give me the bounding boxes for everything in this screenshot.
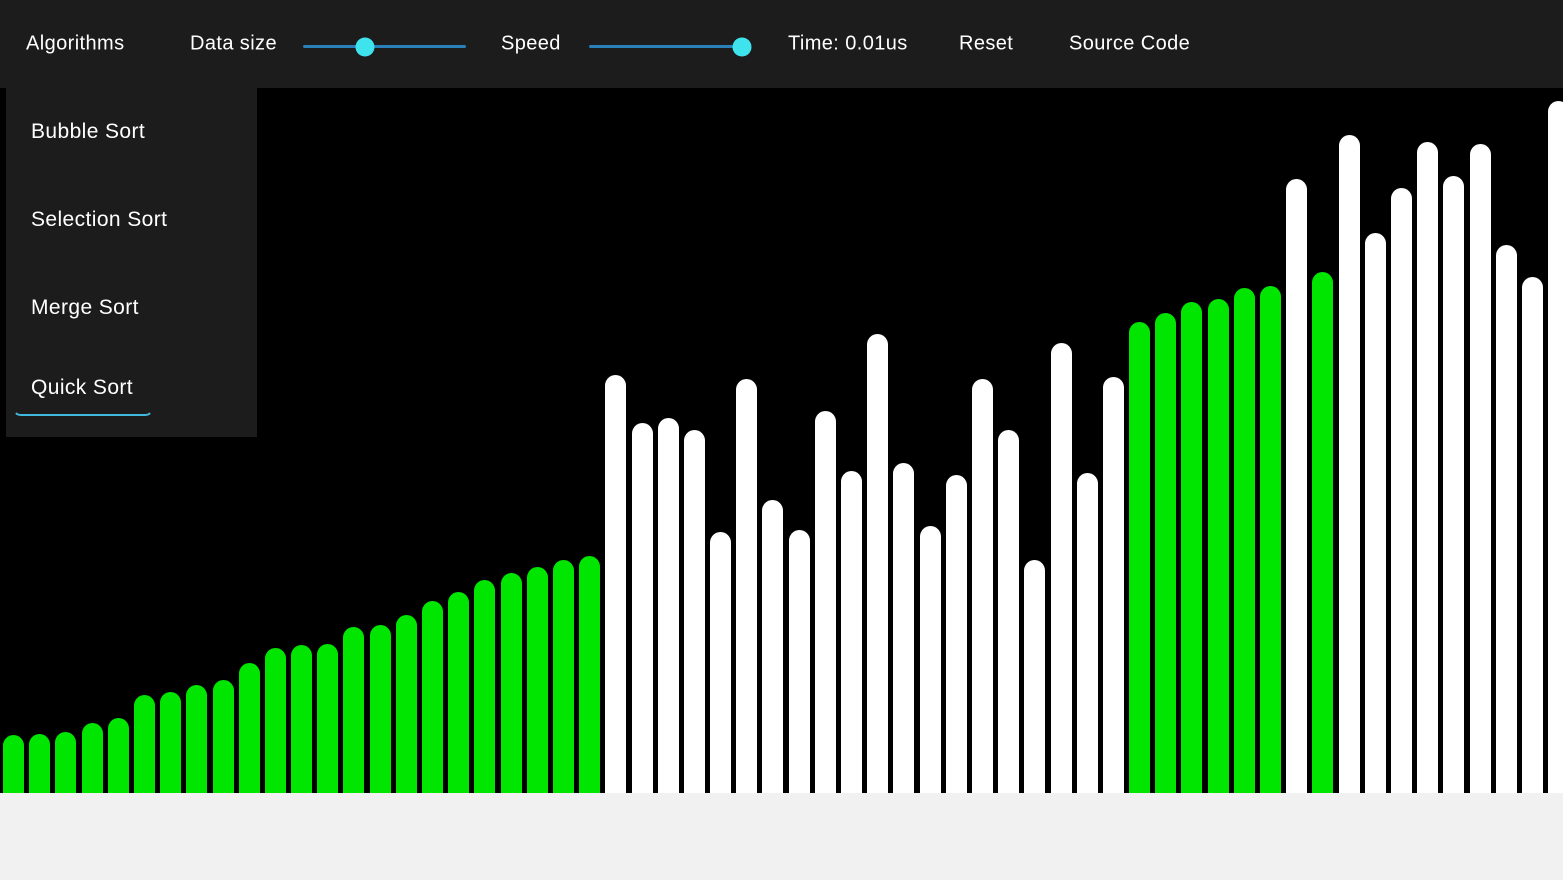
sort-bar xyxy=(134,695,155,793)
menu-item-label: Selection Sort xyxy=(31,208,257,232)
sort-bar xyxy=(186,685,207,793)
menu-item-label: Bubble Sort xyxy=(31,120,257,144)
sort-bar xyxy=(1522,277,1543,793)
sort-bar xyxy=(265,648,286,793)
algorithms-dropdown-menu: Bubble Sort Selection Sort Merge Sort Qu… xyxy=(6,88,257,437)
sort-bar xyxy=(370,625,391,793)
sort-bar xyxy=(1077,473,1098,793)
sort-bar xyxy=(579,556,600,793)
sort-bar xyxy=(1470,144,1491,793)
menu-item-quick-sort[interactable]: Quick Sort xyxy=(6,352,257,440)
sort-bar xyxy=(998,430,1019,793)
sort-bar xyxy=(55,732,76,793)
sort-bar xyxy=(3,735,24,793)
sort-bar xyxy=(789,530,810,793)
sort-bar xyxy=(1443,176,1464,793)
speed-slider-thumb[interactable] xyxy=(733,37,752,56)
sort-bar xyxy=(291,645,312,793)
sort-bar xyxy=(448,592,469,793)
sort-bar xyxy=(160,692,181,793)
sort-bar xyxy=(1548,101,1563,793)
time-display: Time: 0.01us xyxy=(788,33,908,56)
sort-bar xyxy=(815,411,836,793)
sort-bar xyxy=(1417,142,1438,793)
sort-bar xyxy=(762,500,783,793)
sort-bar xyxy=(553,560,574,793)
sort-bar xyxy=(1103,377,1124,793)
menu-item-label: Quick Sort xyxy=(31,376,257,400)
sort-bar xyxy=(736,379,757,793)
sort-bar xyxy=(710,532,731,793)
menu-item-label: Merge Sort xyxy=(31,296,257,320)
sort-bar xyxy=(658,418,679,793)
sort-bar xyxy=(632,423,653,793)
sort-bar xyxy=(474,580,495,793)
sort-bar xyxy=(893,463,914,793)
sort-bar xyxy=(946,475,967,793)
sort-bar xyxy=(1365,233,1386,793)
sort-bar xyxy=(1024,560,1045,793)
sort-bar xyxy=(1051,343,1072,793)
sort-bar xyxy=(501,573,522,793)
sort-bar xyxy=(920,526,941,793)
reset-button[interactable]: Reset xyxy=(959,33,1013,56)
sort-bar xyxy=(1208,299,1229,793)
sort-bar xyxy=(1496,245,1517,793)
data-size-slider-thumb[interactable] xyxy=(355,37,374,56)
sort-bar xyxy=(1260,286,1281,793)
sort-bar xyxy=(1286,179,1307,793)
menu-item-bubble-sort[interactable]: Bubble Sort xyxy=(6,88,257,176)
active-item-underline xyxy=(13,401,153,416)
data-size-slider xyxy=(303,0,466,88)
sort-bar xyxy=(1155,313,1176,793)
sort-bar xyxy=(29,734,50,793)
sort-bar xyxy=(396,615,417,793)
menu-item-merge-sort[interactable]: Merge Sort xyxy=(6,264,257,352)
sort-bar xyxy=(1234,288,1255,793)
footer-strip xyxy=(0,793,1563,880)
sort-bar xyxy=(82,723,103,793)
sort-bar xyxy=(422,601,443,793)
data-size-slider-track[interactable] xyxy=(303,45,466,48)
sort-bar xyxy=(108,718,129,793)
sort-bar xyxy=(1391,188,1412,793)
algorithms-menu-button[interactable]: Algorithms xyxy=(26,33,124,56)
sort-bar xyxy=(684,430,705,793)
sort-bar xyxy=(239,663,260,793)
speed-slider-track[interactable] xyxy=(589,45,742,48)
source-code-button[interactable]: Source Code xyxy=(1069,33,1190,56)
navbar: Algorithms Data size Speed Time: 0.01us … xyxy=(0,0,1563,88)
sort-bar xyxy=(1129,322,1150,793)
sort-bar xyxy=(213,680,234,793)
sort-bar xyxy=(343,627,364,793)
sort-bar xyxy=(1181,302,1202,793)
speed-label: Speed xyxy=(501,33,561,56)
sort-bar xyxy=(1339,135,1360,793)
sort-bar xyxy=(867,334,888,793)
data-size-label: Data size xyxy=(190,33,277,56)
sort-bar xyxy=(605,375,626,793)
sort-bar xyxy=(527,567,548,793)
menu-item-selection-sort[interactable]: Selection Sort xyxy=(6,176,257,264)
sort-bar xyxy=(972,379,993,793)
sort-bar xyxy=(1312,272,1333,793)
speed-slider xyxy=(589,0,742,88)
sort-bar xyxy=(841,471,862,793)
sort-bar xyxy=(317,644,338,793)
